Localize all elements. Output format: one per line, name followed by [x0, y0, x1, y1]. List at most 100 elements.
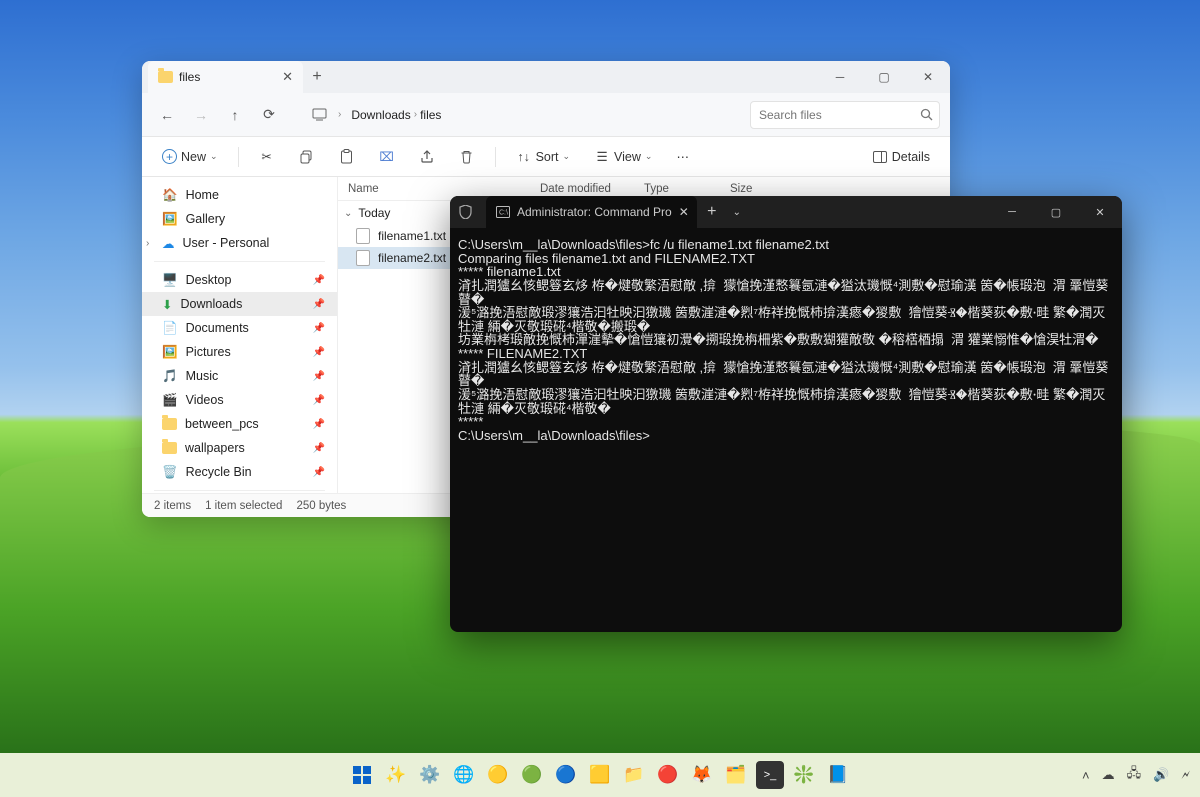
- terminal-titlebar[interactable]: C:\ Administrator: Command Pro ✕ + ⌄ ─ ▢…: [450, 196, 1122, 228]
- new-tab-button[interactable]: +: [697, 203, 727, 221]
- rename-button[interactable]: ⌧: [371, 145, 403, 169]
- taskbar-app-yellow[interactable]: 🟨: [586, 761, 614, 789]
- view-button[interactable]: ☰ View ⌄: [586, 145, 660, 169]
- pictures-icon: 🖼️: [162, 345, 178, 360]
- tray-onedrive-icon[interactable]: ☁: [1102, 767, 1115, 783]
- taskbar[interactable]: ✨ ⚙️ 🌐 🟡 🟢 🔵 🟨 📁 🔴 🦊 🗂️ >_ ❇️ 📘 ˄ ☁ 🖧 🔊 …: [0, 753, 1200, 797]
- explorer-sidebar[interactable]: 🏠Home 🖼️Gallery ›☁User - Personal 🖥️Desk…: [142, 177, 338, 493]
- sort-button[interactable]: ↑↓ Sort ⌄: [508, 145, 578, 169]
- taskbar-edge[interactable]: 🌐: [450, 761, 478, 789]
- sidebar-item-home[interactable]: 🏠Home: [142, 183, 337, 207]
- maximize-button[interactable]: ▢: [1034, 196, 1078, 228]
- pin-icon[interactable]: 📌: [313, 371, 325, 382]
- close-window-button[interactable]: ✕: [906, 61, 950, 93]
- search-input[interactable]: [759, 108, 914, 122]
- copy-button[interactable]: [291, 145, 323, 169]
- sidebar-label: Music: [186, 369, 219, 383]
- sidebar-label: Recycle Bin: [186, 465, 252, 479]
- pin-icon[interactable]: 📌: [313, 299, 325, 310]
- view-icon: ☰: [594, 149, 610, 165]
- cut-button[interactable]: ✂: [251, 145, 283, 169]
- cmd-icon: C:\: [496, 206, 510, 218]
- taskbar-folder[interactable]: 📁: [620, 761, 648, 789]
- close-tab-icon[interactable]: ✕: [282, 69, 293, 85]
- col-date[interactable]: Date modified: [530, 183, 634, 195]
- details-pane-button[interactable]: Details: [864, 145, 938, 169]
- sidebar-label: Pictures: [186, 345, 231, 359]
- taskbar-firefox[interactable]: 🦊: [688, 761, 716, 789]
- sidebar-item-wallpapers[interactable]: wallpapers📌: [142, 436, 337, 460]
- search-icon[interactable]: [920, 108, 933, 121]
- col-size[interactable]: Size: [720, 183, 950, 195]
- tab-dropdown-button[interactable]: ⌄: [727, 207, 747, 218]
- new-button-label: New: [181, 150, 206, 164]
- folder-icon: [162, 442, 177, 454]
- refresh-button[interactable]: ⟳: [254, 100, 284, 130]
- taskbar-chatgpt[interactable]: ❇️: [790, 761, 818, 789]
- col-type[interactable]: Type: [634, 183, 720, 195]
- terminal-tab[interactable]: C:\ Administrator: Command Pro ✕: [486, 196, 697, 228]
- tray-battery-icon[interactable]: 🗲: [1181, 767, 1190, 783]
- share-button[interactable]: [411, 145, 443, 169]
- search-box[interactable]: [750, 101, 940, 129]
- sidebar-item-pictures[interactable]: 🖼️ Pictures 📌: [142, 340, 337, 364]
- close-window-button[interactable]: ✕: [1078, 196, 1122, 228]
- taskbar-chrome[interactable]: 🔴: [654, 761, 682, 789]
- pin-icon[interactable]: 📌: [313, 323, 325, 334]
- pin-icon[interactable]: 📌: [313, 467, 325, 478]
- explorer-titlebar[interactable]: files ✕ + ─ ▢ ✕: [142, 61, 950, 93]
- maximize-button[interactable]: ▢: [862, 61, 906, 93]
- new-button[interactable]: + New ⌄: [154, 145, 226, 168]
- start-button[interactable]: [348, 761, 376, 789]
- terminal-window: C:\ Administrator: Command Pro ✕ + ⌄ ─ ▢…: [450, 196, 1122, 632]
- terminal-output[interactable]: C:\Users\m__la\Downloads\files>fc /u fil…: [450, 228, 1122, 632]
- svg-text:C:\: C:\: [499, 210, 508, 217]
- sidebar-item-between-pcs[interactable]: between_pcs📌: [142, 412, 337, 436]
- new-tab-button[interactable]: +: [303, 68, 331, 86]
- up-button[interactable]: ↑: [220, 100, 250, 130]
- taskbar-copilot[interactable]: ✨: [382, 761, 410, 789]
- forward-button[interactable]: →: [186, 100, 216, 130]
- breadcrumb[interactable]: Downloads › files: [351, 108, 746, 122]
- sidebar-item-gallery[interactable]: 🖼️Gallery: [142, 207, 337, 231]
- pin-icon[interactable]: 📌: [313, 443, 325, 454]
- tray-chevron-up[interactable]: ˄: [1082, 768, 1090, 783]
- pin-icon[interactable]: 📌: [313, 419, 325, 430]
- minimize-button[interactable]: ─: [990, 196, 1034, 228]
- back-button[interactable]: ←: [152, 100, 182, 130]
- sidebar-item-desktop[interactable]: 🖥️Desktop📌: [142, 268, 337, 292]
- taskbar-edge-dev[interactable]: 🟢: [518, 761, 546, 789]
- paste-button[interactable]: [331, 145, 363, 169]
- recycle-icon: 🗑️: [162, 465, 178, 480]
- taskbar-edge-beta[interactable]: 🔵: [552, 761, 580, 789]
- sidebar-item-music[interactable]: 🎵Music📌: [142, 364, 337, 388]
- col-name[interactable]: Name: [338, 183, 530, 195]
- pin-icon[interactable]: 📌: [313, 347, 325, 358]
- sidebar-item-videos[interactable]: 🎬Videos📌: [142, 388, 337, 412]
- sidebar-item-downloads[interactable]: ⬇Downloads📌: [142, 292, 337, 316]
- chevron-down-icon[interactable]: ⌄: [344, 208, 352, 219]
- breadcrumb-files[interactable]: files: [420, 108, 441, 122]
- taskbar-edge-canary[interactable]: 🟡: [484, 761, 512, 789]
- sidebar-item-user[interactable]: ›☁User - Personal: [142, 231, 337, 255]
- taskbar-terminal[interactable]: >_: [756, 761, 784, 789]
- sidebar-item-recycle[interactable]: 🗑️ Recycle Bin 📌: [142, 460, 337, 484]
- chevron-right-icon[interactable]: ›: [146, 238, 149, 249]
- minimize-button[interactable]: ─: [818, 61, 862, 93]
- taskbar-explorer[interactable]: 🗂️: [722, 761, 750, 789]
- pc-icon[interactable]: [304, 100, 334, 130]
- tray-volume-icon[interactable]: 🔊: [1153, 767, 1169, 783]
- breadcrumb-downloads[interactable]: Downloads: [351, 108, 410, 122]
- tray-network-icon[interactable]: 🖧: [1127, 764, 1142, 786]
- explorer-tab-files[interactable]: files ✕: [148, 61, 303, 93]
- pin-icon[interactable]: 📌: [313, 275, 325, 286]
- pin-icon[interactable]: 📌: [313, 395, 325, 406]
- delete-button[interactable]: [451, 145, 483, 169]
- chevron-down-icon: ⌄: [645, 151, 653, 162]
- taskbar-settings[interactable]: ⚙️: [416, 761, 444, 789]
- more-button[interactable]: ⋯: [668, 145, 697, 168]
- taskbar-notepad[interactable]: 📘: [824, 761, 852, 789]
- onedrive-icon: ☁: [162, 236, 175, 251]
- close-tab-icon[interactable]: ✕: [679, 205, 689, 219]
- sidebar-item-documents[interactable]: 📄Documents📌: [142, 316, 337, 340]
